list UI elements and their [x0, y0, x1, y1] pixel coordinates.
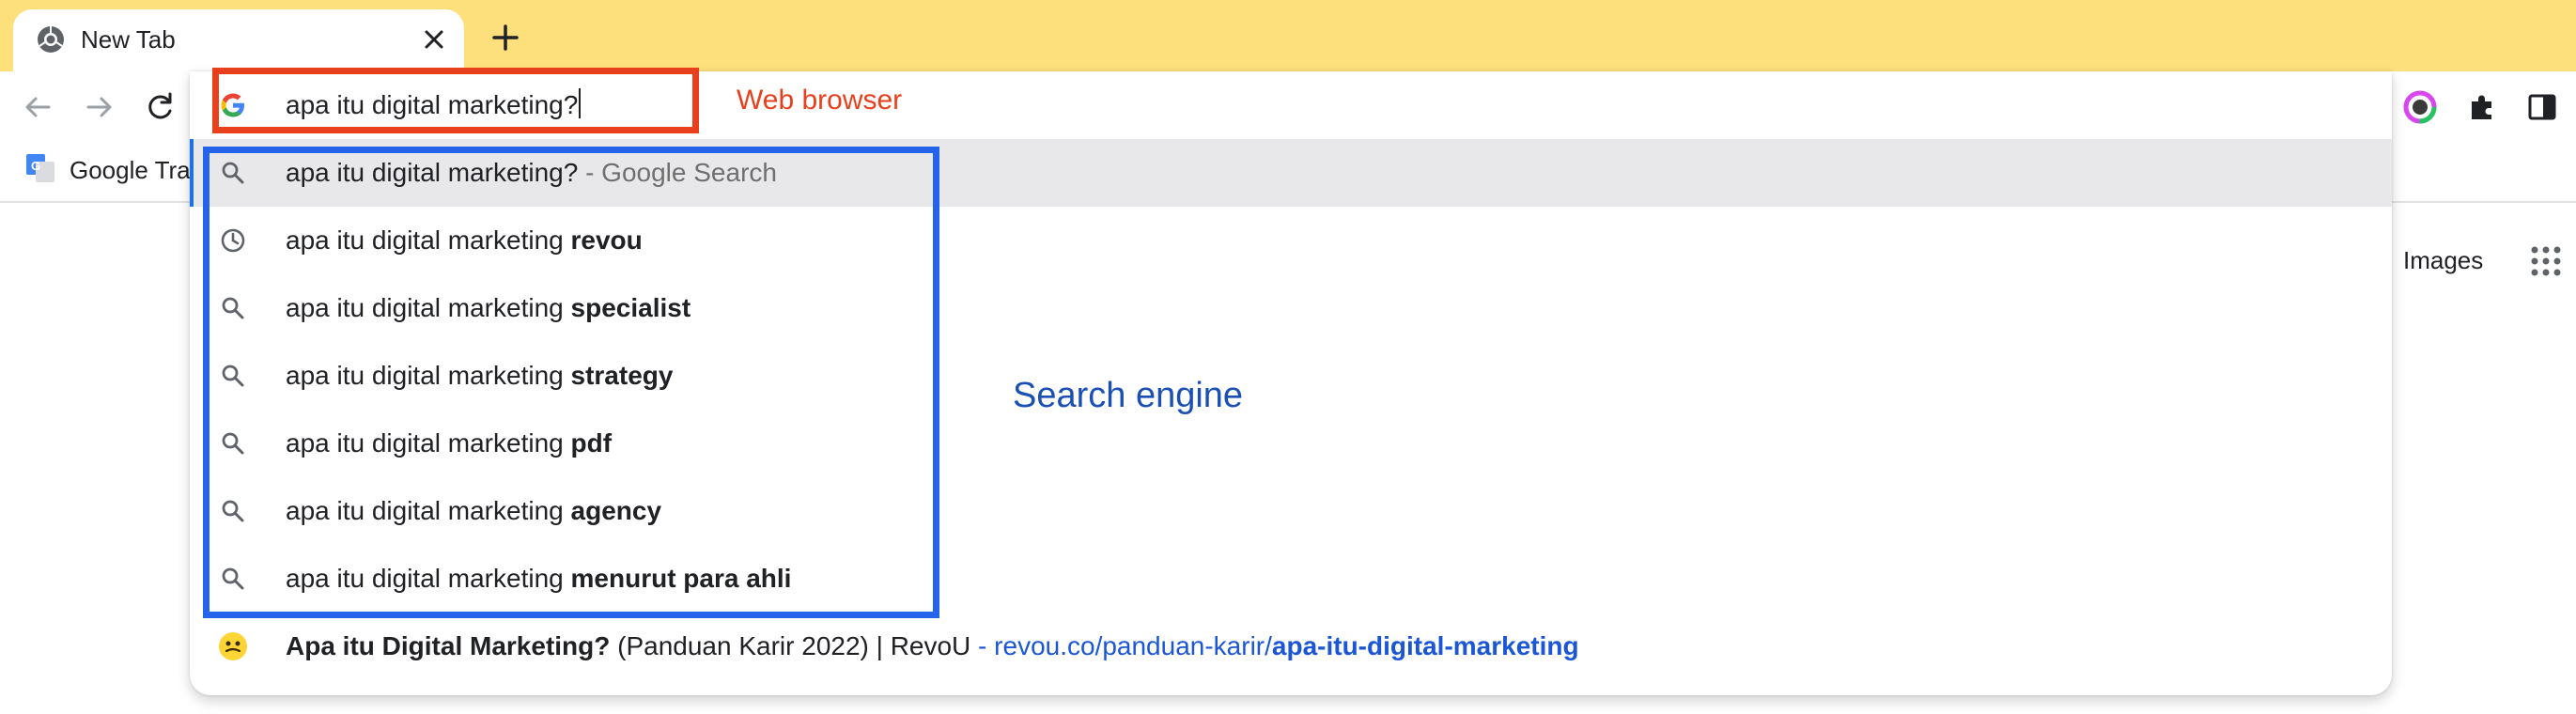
site-suggestion-url: revou.co/panduan-karir/ [994, 631, 1272, 660]
tab-new-tab[interactable]: New Tab [13, 9, 464, 71]
search-engine-annotation: Search engine [1013, 376, 1244, 415]
bookmark-label: Google Tran [70, 156, 205, 184]
reload-icon[interactable] [141, 88, 178, 126]
selected-indicator [190, 139, 194, 207]
tab-title: New Tab [81, 25, 176, 54]
new-tab-plus-icon[interactable] [489, 21, 522, 54]
close-icon[interactable] [417, 23, 451, 56]
images-link[interactable]: Images [2403, 246, 2483, 275]
forward-arrow-icon[interactable] [81, 88, 118, 126]
site-suggestion-row[interactable]: Apa itu Digital Marketing? (Panduan Kari… [190, 613, 2392, 680]
svg-text:G: G [31, 159, 40, 173]
google-translate-icon: G [26, 154, 54, 182]
side-panel-icon[interactable] [2523, 88, 2561, 126]
web-browser-highlight-box [212, 68, 699, 133]
search-engine-highlight-box [203, 147, 939, 618]
site-suggestion-text: Apa itu Digital Marketing? (Panduan Kari… [286, 631, 1579, 660]
color-extension-icon[interactable] [2401, 88, 2439, 126]
web-browser-annotation: Web browser [737, 85, 903, 116]
apps-grid-icon[interactable] [2529, 244, 2563, 278]
revou-favicon-icon [219, 632, 247, 660]
extensions-puzzle-icon[interactable] [2463, 88, 2501, 126]
chrome-icon [38, 26, 64, 53]
tab-strip: New Tab [0, 0, 2576, 71]
back-arrow-icon[interactable] [19, 88, 56, 126]
